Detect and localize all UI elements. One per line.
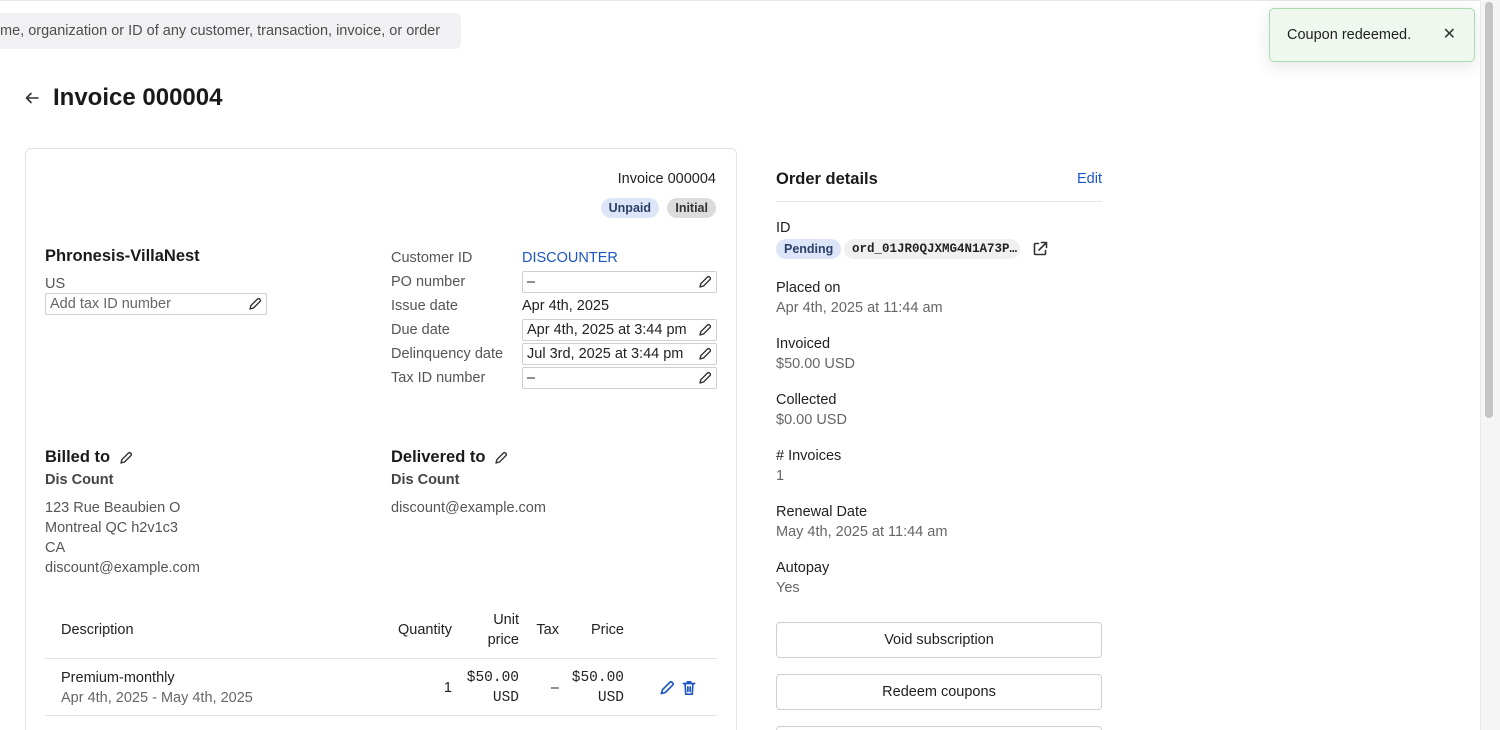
billed-to-heading: Billed to: [45, 448, 134, 467]
tax-id-field[interactable]: –: [522, 367, 717, 389]
search-bar[interactable]: [0, 13, 461, 49]
void-subscription-button[interactable]: Void subscription: [776, 622, 1102, 658]
placed-on-value: Apr 4th, 2025 at 11:44 am: [776, 300, 943, 316]
arrow-left-icon: [25, 92, 39, 104]
pencil-icon[interactable]: [697, 274, 713, 290]
toast-message: Coupon redeemed.: [1287, 27, 1412, 43]
delivered-to-heading: Delivered to: [391, 448, 509, 467]
renewal-date-value: May 4th, 2025 at 11:44 am: [776, 524, 948, 540]
order-edit-link[interactable]: Edit: [1077, 171, 1102, 187]
col-tax: Tax: [536, 622, 559, 638]
collected-value: $0.00 USD: [776, 412, 847, 428]
row-price-currency: USD: [597, 690, 624, 706]
toast-notification: Coupon redeemed. ✕: [1269, 8, 1475, 62]
status-badge-unpaid: Unpaid: [600, 198, 659, 218]
edit-line-item-icon[interactable]: [658, 679, 676, 697]
organization-country: US: [45, 276, 66, 292]
invoiced-value: $50.00 USD: [776, 356, 855, 372]
row-price-amount: $50.00: [571, 670, 624, 686]
order-id-value[interactable]: ord_01JR0QJXMG4N1A73P…: [844, 239, 1020, 259]
row-tax: –: [550, 680, 559, 696]
delinquency-date-field[interactable]: Jul 3rd, 2025 at 3:44 pm: [522, 343, 717, 365]
order-details-heading: Order details: [776, 170, 878, 188]
row-price: $50.00 USD: [560, 668, 624, 708]
delivered-to-name: Dis Count: [391, 472, 460, 488]
col-unit-price-line1: Unit: [493, 612, 519, 628]
invoices-count-label: # Invoices: [776, 448, 842, 464]
tax-id-label: Tax ID number: [391, 370, 486, 386]
row-unit-price-currency: USD: [492, 690, 519, 706]
row-quantity: 1: [443, 680, 452, 696]
invoices-count-value: 1: [776, 468, 785, 484]
scrollbar-thumb[interactable]: [1485, 2, 1493, 418]
external-link-icon[interactable]: [1031, 240, 1049, 258]
pencil-icon[interactable]: [493, 450, 509, 466]
due-date-field[interactable]: Apr 4th, 2025 at 3:44 pm: [522, 319, 717, 341]
address-line: Montreal QC h2v1c3: [45, 520, 178, 536]
pencil-icon[interactable]: [697, 370, 713, 386]
delivered-to-title: Delivered to: [391, 448, 486, 466]
status-badge-initial: Initial: [667, 198, 716, 218]
vertical-scrollbar[interactable]: [1480, 0, 1500, 730]
col-price: Price: [590, 622, 624, 638]
table-row-divider: [45, 715, 717, 716]
po-number-label: PO number: [391, 274, 466, 290]
pencil-icon[interactable]: [697, 322, 713, 338]
po-number-value: –: [527, 274, 536, 290]
delinquency-date-value: Jul 3rd, 2025 at 3:44 pm: [527, 346, 684, 362]
order-details-divider: [776, 201, 1102, 202]
tax-id-value: –: [527, 370, 536, 386]
organization-name: Phronesis-VillaNest: [45, 247, 200, 265]
search-input[interactable]: [0, 23, 461, 39]
delinquency-date-label: Delinquency date: [391, 346, 504, 362]
autopay-label: Autopay: [776, 560, 830, 576]
renewal-date-label: Renewal Date: [776, 504, 868, 520]
order-id-label: ID: [776, 220, 791, 236]
address-line: CA: [45, 540, 66, 556]
billed-to-name: Dis Count: [45, 472, 114, 488]
issue-date-label: Issue date: [391, 298, 458, 314]
due-date-value: Apr 4th, 2025 at 3:44 pm: [527, 322, 687, 338]
collected-label: Collected: [776, 392, 837, 408]
order-status-badge: Pending: [776, 239, 842, 259]
col-quantity: Quantity: [398, 622, 452, 638]
due-date-label: Due date: [391, 322, 450, 338]
row-unit-price: $50.00 USD: [455, 668, 519, 708]
table-header-divider: [45, 658, 717, 659]
pencil-icon[interactable]: [697, 346, 713, 362]
delivered-to-email: discount@example.com: [391, 500, 546, 516]
trash-icon[interactable]: [680, 679, 698, 697]
col-unit-price-line2: price: [487, 632, 519, 648]
issue-date-value: Apr 4th, 2025: [522, 298, 610, 314]
row-period: Apr 4th, 2025 - May 4th, 2025: [61, 690, 253, 706]
invoice-number: Invoice 000004: [617, 171, 716, 187]
add-tax-id-field[interactable]: Add tax ID number: [45, 293, 267, 315]
close-icon[interactable]: ✕: [1443, 26, 1456, 44]
customer-id-label: Customer ID: [391, 250, 473, 266]
autopay-value: Yes: [776, 580, 800, 596]
address-email: discount@example.com: [45, 560, 200, 576]
top-divider: [0, 0, 1480, 1]
redeem-coupons-button[interactable]: Redeem coupons: [776, 674, 1102, 710]
pencil-icon[interactable]: [247, 296, 263, 312]
po-number-field[interactable]: –: [522, 271, 717, 293]
placed-on-label: Placed on: [776, 280, 841, 296]
additional-action-button[interactable]: [776, 726, 1102, 730]
billed-to-title: Billed to: [45, 448, 111, 466]
invoiced-label: Invoiced: [776, 336, 831, 352]
invoice-card: Invoice 000004 Unpaid Initial Phronesis-…: [25, 148, 737, 730]
pencil-icon[interactable]: [118, 450, 134, 466]
back-button[interactable]: [22, 88, 42, 108]
add-tax-id-placeholder: Add tax ID number: [50, 296, 171, 312]
customer-id-link[interactable]: DISCOUNTER: [522, 250, 618, 266]
billed-to-address: 123 Rue Beaubien O Montreal QC h2v1c3 CA…: [45, 498, 200, 578]
col-description: Description: [61, 622, 134, 638]
row-description: Premium-monthly: [61, 670, 175, 686]
address-line: 123 Rue Beaubien O: [45, 500, 181, 516]
col-unit-price: Unit price: [465, 610, 519, 650]
page-title: Invoice 000004: [53, 84, 223, 111]
row-unit-price-amount: $50.00: [466, 670, 519, 686]
